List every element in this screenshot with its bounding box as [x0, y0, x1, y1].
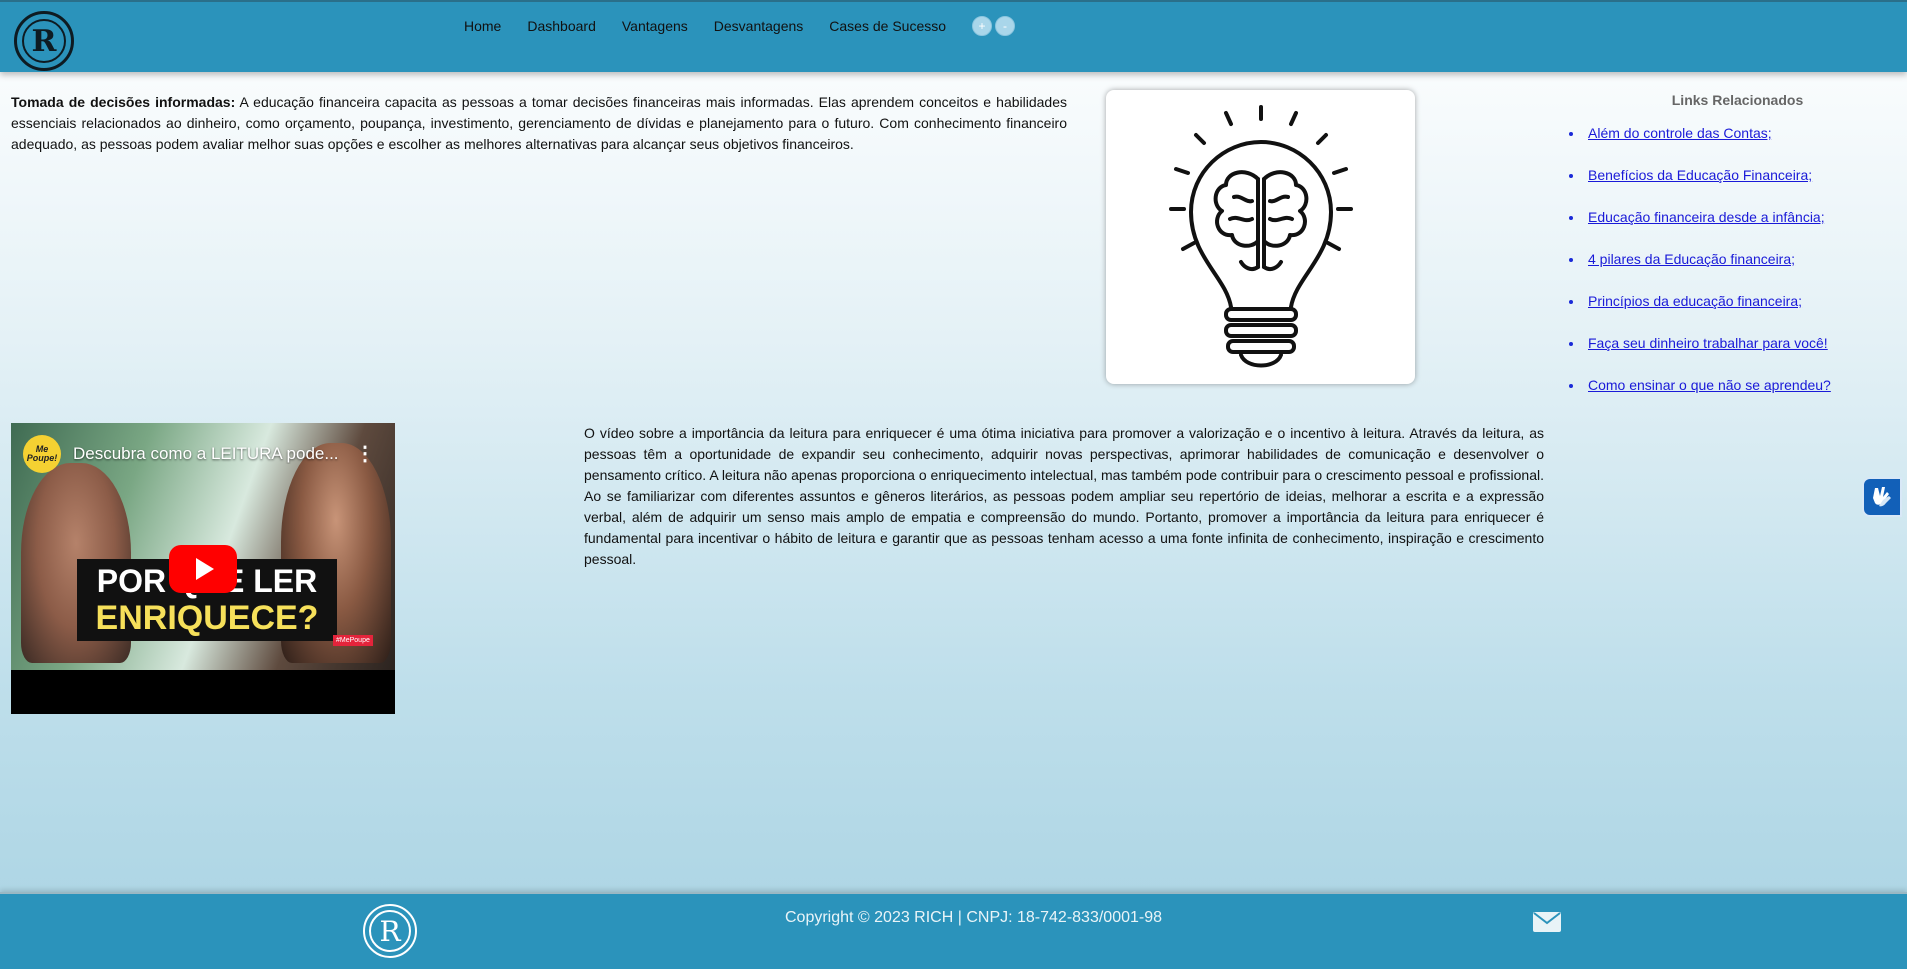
main-nav: Home Dashboard Vantagens Desvantagens Ca… — [464, 16, 1018, 36]
logo-letter: R — [22, 19, 66, 63]
lightbulb-brain-icon — [1168, 105, 1353, 368]
related-links-list: Além do controle das Contas; Benefícios … — [1560, 124, 1890, 394]
youtube-video-embed[interactable]: POR QUE LER ENRIQUECE? #MePoupe Me Poupe… — [11, 423, 395, 714]
related-links-title: Links Relacionados — [1671, 92, 1804, 108]
related-link-controle-contas[interactable]: Além do controle das Contas; — [1588, 125, 1772, 141]
list-item: Educação financeira desde a infância; — [1584, 208, 1890, 226]
lightbulb-image-card — [1106, 90, 1415, 384]
related-link-infancia[interactable]: Educação financeira desde a infância; — [1588, 209, 1825, 225]
intro-paragraph: Tomada de decisões informadas: A educaçã… — [11, 92, 1067, 155]
copyright-text: Copyright © 2023 RICH | CNPJ: 18-742-833… — [784, 909, 1163, 926]
related-link-dinheiro-trabalhar[interactable]: Faça seu dinheiro trabalhar para você! — [1588, 335, 1828, 351]
reading-article-paragraph: O vídeo sobre a importância da leitura p… — [584, 425, 1544, 567]
nav-dashboard[interactable]: Dashboard — [527, 16, 596, 36]
channel-avatar[interactable]: Me Poupe! — [23, 435, 61, 473]
related-link-como-ensinar[interactable]: Como ensinar o que não se aprendeu? — [1588, 377, 1831, 393]
list-item: Como ensinar o que não se aprendeu? — [1584, 376, 1890, 394]
list-item: 4 pilares da Educação financeira; — [1584, 250, 1890, 268]
font-increase-button[interactable]: + — [972, 16, 993, 36]
nav-cases-de-sucesso[interactable]: Cases de Sucesso — [829, 16, 946, 36]
play-icon — [196, 558, 214, 580]
site-logo[interactable]: R — [14, 11, 74, 71]
nav-home[interactable]: Home — [464, 16, 501, 36]
nav-vantagens[interactable]: Vantagens — [622, 16, 688, 36]
related-links-panel: Links Relacionados Além do controle das … — [1560, 92, 1890, 418]
thumbnail-caption-line2: ENRIQUECE? — [95, 599, 319, 637]
font-decrease-button[interactable]: - — [995, 16, 1016, 36]
video-more-icon[interactable]: ⋮ — [355, 441, 375, 466]
nav-desvantagens[interactable]: Desvantagens — [714, 16, 804, 36]
related-link-principios[interactable]: Princípios da educação financeira; — [1588, 293, 1802, 309]
sign-language-icon — [1873, 487, 1891, 507]
site-header: R Home Dashboard Vantagens Desvantagens … — [0, 0, 1907, 72]
related-link-beneficios[interactable]: Benefícios da Educação Financeira; — [1588, 167, 1812, 183]
vlibras-accessibility-button[interactable] — [1862, 477, 1902, 517]
site-footer: R Copyright © 2023 RICH | CNPJ: 18-742-8… — [0, 892, 1907, 969]
list-item: Princípios da educação financeira; — [1584, 292, 1890, 310]
list-item: Benefícios da Educação Financeira; — [1584, 166, 1890, 184]
list-item: Além do controle das Contas; — [1584, 124, 1890, 142]
related-link-4-pilares[interactable]: 4 pilares da Educação financeira; — [1588, 251, 1795, 267]
envelope-icon[interactable] — [1533, 912, 1561, 932]
play-button[interactable] — [169, 545, 237, 593]
thumbnail-badge: #MePoupe — [333, 635, 373, 646]
video-title[interactable]: Descubra como a LEITURA pode... — [73, 444, 343, 464]
intro-bold-lead: Tomada de decisões informadas: — [11, 94, 236, 110]
list-item: Faça seu dinheiro trabalhar para você! — [1584, 334, 1890, 352]
